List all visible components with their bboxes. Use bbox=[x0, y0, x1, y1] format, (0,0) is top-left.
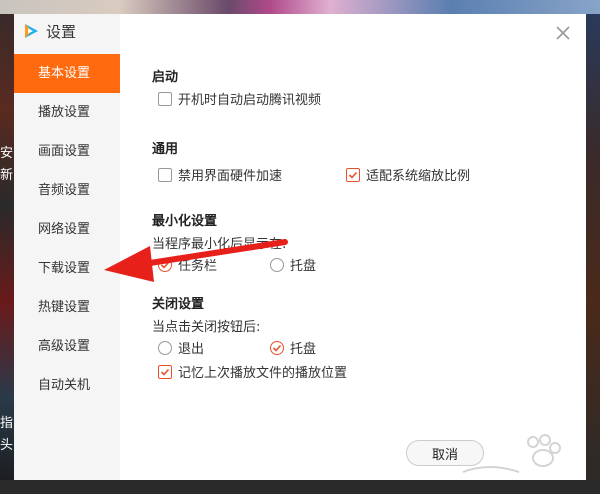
section-title-minimize: 最小化设置 bbox=[152, 214, 218, 229]
background-edge-text: 安 bbox=[0, 146, 14, 161]
minimize-tray-radio[interactable] bbox=[270, 257, 284, 272]
nav-item-basic[interactable]: 基本设置 bbox=[14, 54, 120, 93]
section-title-startup: 启动 bbox=[152, 70, 179, 85]
check-icon bbox=[160, 261, 170, 269]
settings-nav: 基本设置 播放设置 画面设置 音频设置 网络设置 下载设置 热键设置 高级设置 … bbox=[14, 54, 120, 405]
close-tray-option[interactable]: 托盘 bbox=[270, 338, 316, 357]
section-title-close: 关闭设置 bbox=[152, 297, 205, 312]
nav-item-picture[interactable]: 画面设置 bbox=[14, 132, 120, 171]
settings-dialog: 设置 基本设置 播放设置 画面设置 音频设置 网络设置 下载设置 热键设置 高级… bbox=[14, 14, 586, 480]
nav-item-advanced[interactable]: 高级设置 bbox=[14, 327, 120, 366]
section-title-general: 通用 bbox=[152, 142, 179, 157]
system-scale-label: 适配系统缩放比例 bbox=[366, 169, 471, 184]
dialog-title-row: 设置 bbox=[22, 20, 76, 42]
minimize-taskbar-option[interactable]: 任务栏 bbox=[158, 255, 217, 274]
auto-start-label: 开机时自动启动腾讯视频 bbox=[178, 93, 322, 108]
check-icon bbox=[272, 344, 282, 352]
nav-item-download[interactable]: 下载设置 bbox=[14, 249, 120, 288]
remember-position-label: 记忆上次播放文件的播放位置 bbox=[178, 366, 348, 381]
nav-item-auto-shutdown[interactable]: 自动关机 bbox=[14, 366, 120, 405]
dialog-title: 设置 bbox=[46, 22, 77, 41]
disable-hw-accel-label: 禁用界面硬件加速 bbox=[178, 169, 283, 184]
close-exit-radio[interactable] bbox=[158, 340, 172, 355]
minimize-prompt: 当程序最小化后显示在: bbox=[152, 237, 287, 252]
check-icon bbox=[160, 368, 170, 376]
tencent-video-logo-icon bbox=[22, 22, 40, 40]
settings-sidebar: 设置 基本设置 播放设置 画面设置 音频设置 网络设置 下载设置 热键设置 高级… bbox=[14, 14, 120, 480]
minimize-taskbar-radio[interactable] bbox=[158, 257, 172, 272]
nav-item-audio[interactable]: 音频设置 bbox=[14, 171, 120, 210]
close-tray-radio[interactable] bbox=[270, 340, 284, 355]
disable-hw-accel-checkbox[interactable] bbox=[158, 167, 172, 182]
close-exit-label: 退出 bbox=[178, 342, 205, 357]
system-scale-checkbox[interactable] bbox=[346, 167, 360, 182]
auto-start-option[interactable]: 开机时自动启动腾讯视频 bbox=[158, 89, 321, 108]
background-top-strip bbox=[0, 0, 600, 14]
background-edge-text: 新 bbox=[0, 168, 14, 183]
background-edge-text: 指 bbox=[0, 416, 14, 431]
check-icon bbox=[348, 171, 358, 179]
nav-item-hotkey[interactable]: 热键设置 bbox=[14, 288, 120, 327]
close-icon bbox=[554, 26, 572, 46]
close-exit-option[interactable]: 退出 bbox=[158, 338, 204, 357]
minimize-taskbar-label: 任务栏 bbox=[178, 259, 218, 274]
auto-start-checkbox[interactable] bbox=[158, 91, 172, 106]
minimize-tray-option[interactable]: 托盘 bbox=[270, 255, 316, 274]
nav-item-network[interactable]: 网络设置 bbox=[14, 210, 120, 249]
remember-position-checkbox[interactable] bbox=[158, 364, 172, 379]
minimize-tray-label: 托盘 bbox=[290, 259, 317, 274]
disable-hw-accel-option[interactable]: 禁用界面硬件加速 bbox=[158, 165, 282, 184]
background-edge-text: 头 bbox=[0, 438, 14, 453]
close-tray-label: 托盘 bbox=[290, 342, 317, 357]
close-prompt: 当点击关闭按钮后: bbox=[152, 320, 261, 335]
nav-item-playback[interactable]: 播放设置 bbox=[14, 93, 120, 132]
close-button[interactable] bbox=[554, 24, 572, 42]
system-scale-option[interactable]: 适配系统缩放比例 bbox=[346, 165, 470, 184]
background-bottom-strip bbox=[0, 480, 600, 494]
watermark-logo bbox=[459, 432, 579, 476]
background-right-strip bbox=[586, 14, 600, 494]
remember-position-option[interactable]: 记忆上次播放文件的播放位置 bbox=[158, 362, 347, 381]
